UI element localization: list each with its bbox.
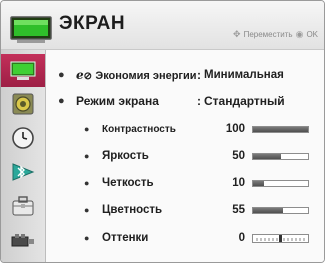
energy-saving-row[interactable]: ● e⊘ Экономия энергии : Минимальная bbox=[46, 64, 324, 86]
contrast-label: Контрастность bbox=[102, 123, 176, 135]
sidebar-item-time[interactable] bbox=[5, 124, 41, 152]
speaker-icon bbox=[12, 93, 34, 115]
bullet: ● bbox=[84, 205, 90, 215]
color-label: Цветность bbox=[102, 204, 163, 216]
cable-icon bbox=[11, 234, 34, 247]
briefcase-icon bbox=[12, 196, 34, 216]
brightness-row[interactable]: ● Яркость 50 bbox=[46, 145, 324, 167]
color-value: 55 bbox=[232, 204, 245, 216]
bullet: ● bbox=[84, 178, 90, 188]
energy-saving-icon: e bbox=[76, 68, 84, 82]
tint-slider[interactable] bbox=[252, 234, 309, 243]
energy-saving-label: Экономия энергии bbox=[95, 70, 197, 82]
hint-ok-label: OK bbox=[306, 30, 318, 39]
brightness-value: 50 bbox=[232, 150, 245, 162]
picture-mode-label: Режим экрана bbox=[76, 94, 159, 108]
contrast-row[interactable]: ● Контрастность 100 bbox=[46, 118, 324, 140]
tint-value: 0 bbox=[238, 232, 245, 244]
bullet: ● bbox=[84, 151, 90, 161]
sidebar-item-picture[interactable] bbox=[1, 54, 45, 87]
bluetooth-icon bbox=[12, 163, 35, 181]
sharpness-row[interactable]: ● Четкость 10 bbox=[46, 172, 324, 194]
colon: : bbox=[197, 68, 201, 82]
sidebar-item-input[interactable] bbox=[5, 226, 41, 254]
picture-menu-icon bbox=[10, 16, 52, 43]
sharpness-slider[interactable] bbox=[252, 180, 309, 187]
color-slider[interactable] bbox=[252, 207, 309, 214]
brightness-slider-fill bbox=[253, 154, 281, 159]
brightness-label: Яркость bbox=[102, 150, 149, 162]
tint-row[interactable]: ● Оттенки 0 bbox=[46, 227, 324, 249]
navigation-hint: ✥ Переместить ◉ OK bbox=[233, 29, 318, 40]
picture-mode-row[interactable]: ● Режим экрана : Стандартный bbox=[46, 90, 324, 112]
sharpness-label: Четкость bbox=[102, 177, 154, 189]
sharpness-slider-fill bbox=[253, 181, 264, 186]
category-sidebar bbox=[1, 50, 46, 262]
sidebar-item-options[interactable] bbox=[5, 192, 41, 220]
bullet: ● bbox=[84, 124, 90, 134]
picture-mode-value: Стандартный bbox=[204, 94, 285, 108]
colon: : bbox=[197, 94, 201, 108]
bullet: ● bbox=[84, 233, 90, 243]
bullet: ● bbox=[58, 95, 65, 107]
clock-icon bbox=[12, 127, 34, 149]
header: ЭКРАН ✥ Переместить ◉ OK bbox=[1, 1, 324, 50]
brightness-slider[interactable] bbox=[252, 153, 309, 160]
contrast-slider[interactable] bbox=[252, 126, 309, 133]
contrast-value: 100 bbox=[225, 123, 245, 135]
settings-panel: ● e⊘ Экономия энергии : Минимальная ● Ре… bbox=[46, 50, 324, 262]
energy-saving-value: Минимальная bbox=[204, 69, 284, 81]
bullet: ● bbox=[58, 69, 65, 81]
picture-settings-window: ЭКРАН ✥ Переместить ◉ OK ● e⊘ Экономия э… bbox=[0, 0, 325, 263]
hint-move-label: Переместить bbox=[243, 30, 293, 39]
page-title: ЭКРАН bbox=[59, 13, 126, 34]
contrast-slider-fill bbox=[253, 127, 308, 132]
sidebar-item-bluetooth[interactable] bbox=[5, 158, 41, 186]
sidebar-item-audio[interactable] bbox=[5, 90, 41, 118]
move-arrows-icon: ✥ bbox=[233, 29, 241, 39]
monitor-icon bbox=[10, 61, 36, 80]
tint-slider-marker[interactable] bbox=[279, 235, 282, 242]
tint-label: Оттенки bbox=[102, 232, 149, 244]
color-row[interactable]: ● Цветность 55 bbox=[46, 199, 324, 221]
sharpness-value: 10 bbox=[232, 177, 245, 189]
ok-button-icon: ◉ bbox=[295, 29, 304, 39]
color-slider-fill bbox=[253, 208, 284, 213]
